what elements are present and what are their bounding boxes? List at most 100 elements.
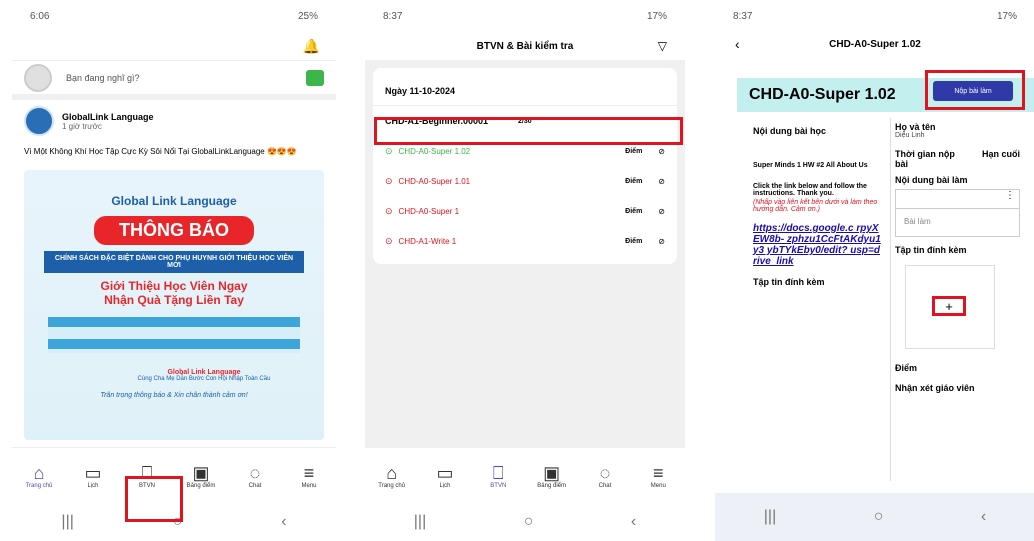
- work-label: Nội dung bài làm: [895, 175, 968, 185]
- tab-homework[interactable]: ⎕ BTVN: [478, 463, 518, 489]
- book-icon: ⎕: [492, 462, 504, 483]
- lesson-title: Super Minds 1 HW #2 All About Us: [753, 162, 868, 169]
- back-icon[interactable]: ‹: [281, 513, 286, 531]
- tab-scoreboard[interactable]: ▣ Bảng điểm: [181, 463, 221, 489]
- page-title: BTVN & Bài kiểm tra: [476, 40, 574, 52]
- menu-icon: ≡: [303, 462, 315, 483]
- homework-card: Ngày 11-10-2024 CHD-A1-Beginner.00001 2/…: [373, 68, 677, 264]
- android-nav-bar: ||| ○ ‹: [715, 493, 1034, 541]
- tab-calendar[interactable]: ▭ Lịch: [425, 463, 465, 489]
- instructions-vi: (Nhấp vào liên kết bên dưới và làm theo …: [753, 199, 878, 213]
- hidden-eye-icon: ⊘: [658, 146, 665, 156]
- score-label: Điểm: [625, 177, 643, 185]
- hidden-eye-icon: ⊘: [658, 176, 665, 186]
- tab-menu[interactable]: ≡ Menu: [289, 463, 329, 489]
- homework-name: CHD-A0-Super 1.01: [398, 176, 471, 186]
- deadline-label: Hạn cuối: [981, 149, 1020, 159]
- home-button-icon[interactable]: ○: [874, 508, 884, 526]
- image-icon[interactable]: [306, 69, 324, 86]
- banner-thanks: Trân trọng thông báo & Xin chân thành cả…: [100, 392, 248, 399]
- filter-icon[interactable]: ▽: [658, 39, 667, 53]
- content-label: Nội dung bài học: [753, 126, 826, 136]
- banner-footer-sub: Cùng Cha Mẹ Dẫn Bước Con Hội Nhập Toàn C…: [137, 376, 271, 382]
- homework-name: CHD-A1-Write 1: [398, 236, 457, 246]
- banner-slogan-1: Giới Thiệu Học Viên Ngay: [100, 279, 248, 293]
- phone-newsfeed: 6:06 25% 🔔 Bạn đang nghĩ gì? GlobalLink …: [12, 0, 336, 541]
- tab-chat[interactable]: ◌ Chat: [585, 463, 625, 489]
- calendar-icon: ▭: [436, 462, 454, 483]
- hidden-eye-icon: ⊘: [658, 206, 665, 216]
- chat-icon: ◌: [599, 462, 611, 483]
- homework-name: CHD-A0-Super 1: [398, 206, 460, 216]
- tab-home[interactable]: ⌂ Trang chủ: [372, 463, 412, 489]
- date-label: Ngày 11-10-2024: [385, 85, 456, 96]
- add-file-button[interactable]: +: [932, 296, 966, 316]
- banner-headline: THÔNG BÁO: [94, 216, 254, 245]
- recent-apps-icon[interactable]: |||: [61, 513, 73, 531]
- status-bar: 6:06 25%: [12, 0, 336, 32]
- author-avatar: [24, 106, 54, 136]
- upload-box[interactable]: +: [905, 265, 995, 349]
- chat-icon: ◌: [249, 462, 261, 483]
- highlight-homework-item: [374, 117, 683, 145]
- banner-footer-brand: Global Link Language: [167, 369, 241, 376]
- status-dot-icon: ⊙: [385, 235, 393, 246]
- tab-calendar[interactable]: ▭ Lịch: [73, 463, 113, 489]
- back-arrow-icon[interactable]: ‹: [735, 36, 740, 52]
- attach-label-right: Tập tin đính kèm: [895, 245, 967, 255]
- status-battery: 17%: [996, 10, 1017, 22]
- homework-link[interactable]: https://docs.google.c rpyXEW8b- zphzu1Cc…: [753, 223, 881, 267]
- score-label: Điểm: [625, 207, 643, 215]
- post-time: 1 giờ trước: [62, 121, 102, 131]
- notification-bell-icon[interactable]: 🔔: [303, 38, 320, 55]
- phone-homework-list: 8:37 17% BTVN & Bài kiểm tra ▽ Ngày 11-1…: [365, 0, 685, 541]
- home-icon: ⌂: [33, 462, 45, 483]
- post-text: Vì Một Không Khí Học Tập Cực Kỳ Sôi Nổi …: [24, 147, 297, 156]
- status-bar: 8:37 17%: [715, 0, 1034, 32]
- banner-table: [48, 317, 300, 353]
- status-dot-icon: ⊙: [385, 145, 393, 156]
- tab-scoreboard[interactable]: ▣ Bảng điểm: [532, 463, 572, 489]
- page-title: CHD-A0-Super 1.02: [829, 38, 921, 50]
- status-bar: 8:37 17%: [365, 0, 685, 32]
- homework-item[interactable]: ⊙ CHD-A0-Super 1.01 Điểm ⊘: [373, 166, 677, 196]
- menu-icon: ≡: [653, 462, 664, 483]
- recent-apps-icon[interactable]: |||: [764, 508, 776, 526]
- post-composer[interactable]: Bạn đang nghĩ gì?: [12, 60, 336, 100]
- work-toolbar[interactable]: ⋮: [895, 189, 1020, 209]
- status-dot-icon: ⊙: [385, 175, 393, 186]
- android-nav-bar: ||| ○ ‹: [365, 503, 685, 541]
- tab-home[interactable]: ⌂ Trang chủ: [19, 463, 59, 489]
- calendar-icon: ▭: [84, 462, 102, 483]
- status-time: 8:37: [383, 10, 403, 22]
- back-icon[interactable]: ‹: [631, 513, 636, 531]
- tab-chat[interactable]: ◌ Chat: [235, 463, 275, 489]
- avatar: [24, 63, 52, 92]
- score-label: Điểm: [625, 237, 643, 245]
- tab-bar: ⌂ Trang chủ ▭ Lịch ⎕ BTVN ▣ Bảng điểm ◌ Chat …: [365, 447, 685, 503]
- comment-label: Nhận xét giáo viên: [895, 383, 975, 393]
- promo-banner[interactable]: Global Link Language THÔNG BÁO CHÍNH SÁC…: [24, 170, 324, 440]
- home-icon: ⌂: [386, 462, 398, 483]
- homework-item[interactable]: ⊙ CHD-A0-Super 1 Điểm ⊘: [373, 196, 677, 226]
- status-dot-icon: ⊙: [385, 205, 393, 216]
- attach-label-left: Tập tin đính kèm: [753, 277, 825, 287]
- scoreboard-icon: ▣: [543, 462, 561, 483]
- banner-brand: Global Link Language: [111, 194, 237, 208]
- home-button-icon[interactable]: ○: [524, 513, 534, 531]
- tab-menu[interactable]: ≡ Menu: [638, 463, 678, 489]
- instructions: Click the link below and follow the inst…: [753, 183, 867, 197]
- post-author[interactable]: GlobalLink Language: [62, 112, 154, 122]
- score-label: Điểm: [625, 147, 643, 155]
- name-label: Họ và tên: [895, 122, 936, 132]
- name-value: Diệu Linh: [895, 132, 925, 139]
- homework-item[interactable]: ⊙ CHD-A1-Write 1 Điểm ⊘: [373, 226, 677, 256]
- recent-apps-icon[interactable]: |||: [414, 513, 426, 531]
- work-input[interactable]: Bài làm: [895, 209, 1020, 237]
- homework-name: CHD-A0-Super 1.02: [398, 146, 471, 156]
- banner-slogan-2: Nhận Quà Tặng Liền Tay: [104, 293, 244, 307]
- back-icon[interactable]: ‹: [981, 508, 986, 526]
- status-battery: 25%: [297, 10, 318, 22]
- phone-homework-detail: 8:37 17% ‹ CHD-A0-Super 1.02 CHD-A0-Supe…: [715, 0, 1034, 541]
- post-prompt[interactable]: Bạn đang nghĩ gì?: [66, 73, 306, 83]
